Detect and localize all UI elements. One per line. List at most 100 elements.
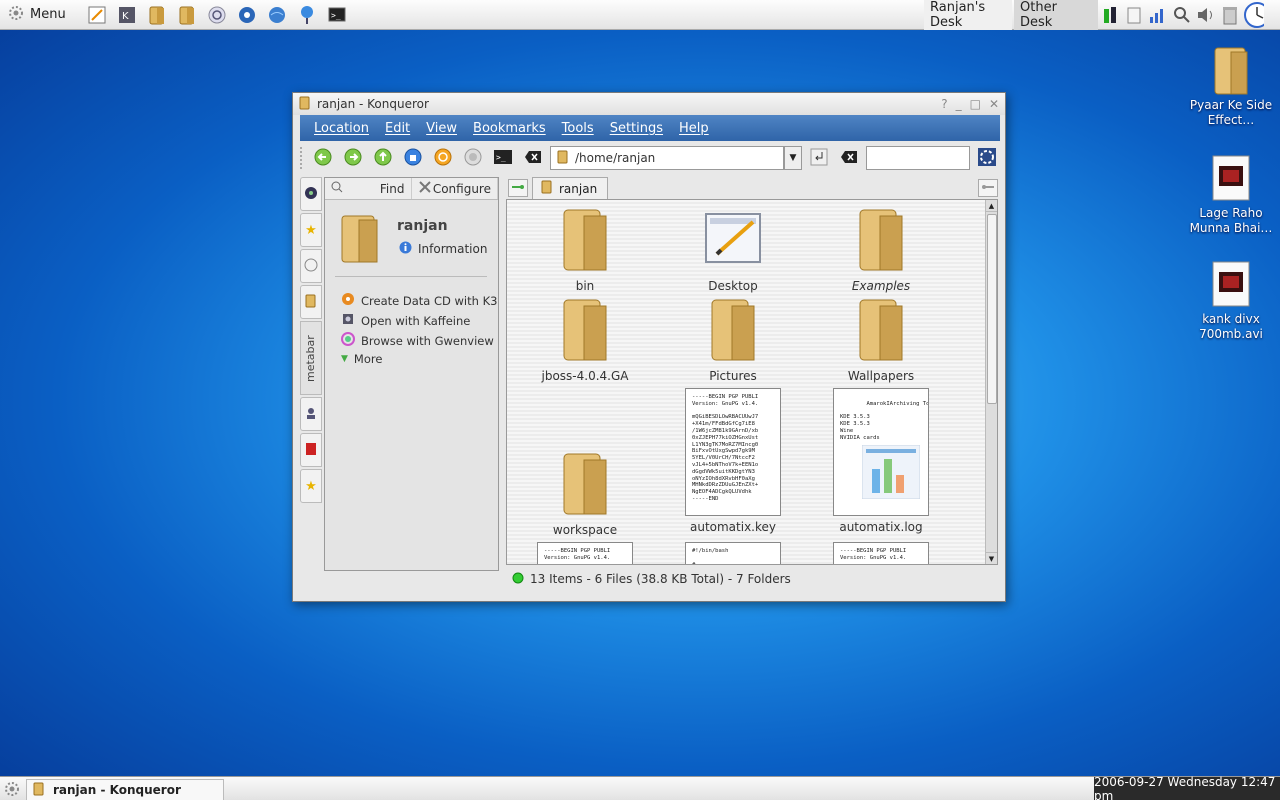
- stop-button[interactable]: [460, 146, 486, 170]
- window-title: ranjan - Konqueror: [317, 97, 429, 111]
- back-button[interactable]: [310, 146, 336, 170]
- up-button[interactable]: [370, 146, 396, 170]
- help-icon[interactable]: [205, 3, 229, 27]
- vertical-scrollbar[interactable]: ▲ ▼: [985, 200, 997, 564]
- text-editor-icon[interactable]: [85, 3, 109, 27]
- action-more[interactable]: ▼ More: [341, 352, 382, 366]
- sidebar-tab-metabar[interactable]: metabar: [300, 321, 322, 395]
- desktop-icon-video[interactable]: kank divx 700mb.avi: [1188, 260, 1274, 342]
- menu-view[interactable]: View: [418, 121, 465, 136]
- location-dropdown[interactable]: ▼: [784, 146, 802, 170]
- find-button[interactable]: Find: [325, 178, 412, 199]
- menu-settings[interactable]: Settings: [602, 121, 671, 136]
- volume-icon[interactable]: [1196, 4, 1216, 26]
- information-link[interactable]: Information: [399, 241, 487, 257]
- status-text: 13 Items - 6 Files (38.8 KB Total) - 7 F…: [530, 572, 791, 586]
- close-button[interactable]: ✕: [989, 97, 999, 111]
- svg-text:>_: >_: [331, 11, 341, 20]
- sidebar-tab-services[interactable]: [300, 177, 322, 211]
- minimize-button[interactable]: _: [956, 97, 962, 111]
- search-engine-button[interactable]: [974, 146, 1000, 170]
- globe-icon: [304, 186, 318, 203]
- desktop-1-button[interactable]: Ranjan's Desk: [924, 0, 1012, 30]
- menu-tools[interactable]: Tools: [554, 121, 602, 136]
- toolbar-handle[interactable]: [300, 147, 306, 169]
- tab-label: ranjan: [559, 181, 598, 196]
- scroll-up-icon[interactable]: ▲: [986, 200, 997, 212]
- folder-icon[interactable]: [175, 3, 199, 27]
- web-browser-icon[interactable]: [265, 3, 289, 27]
- menu-edit[interactable]: Edit: [377, 121, 418, 136]
- new-tab-button[interactable]: [508, 179, 528, 197]
- file-item[interactable]: Pictures: [678, 298, 788, 383]
- scrollbar-thumb[interactable]: [987, 214, 997, 404]
- action-create-cd[interactable]: Create Data CD with K3: [341, 292, 497, 309]
- klipper-icon[interactable]: [1124, 4, 1144, 26]
- search-icon[interactable]: [1172, 4, 1192, 26]
- kicker-icon[interactable]: K: [115, 3, 139, 27]
- network-icon[interactable]: [295, 3, 319, 27]
- location-input[interactable]: /home/ranjan: [550, 146, 784, 170]
- file-item[interactable]: Wallpapers: [826, 298, 936, 383]
- k-menu-button[interactable]: Menu: [0, 0, 74, 30]
- kde-gear-icon[interactable]: [4, 781, 20, 800]
- clock[interactable]: 2006-09-27 Wednesday 12:47 pm: [1094, 775, 1280, 800]
- clear-icon: [840, 150, 858, 167]
- action-kaffeine[interactable]: Open with Kaffeine: [341, 312, 470, 329]
- menu-location[interactable]: Location: [306, 121, 377, 136]
- file-item[interactable]: bin: [530, 208, 640, 293]
- configure-button[interactable]: Configure: [411, 178, 498, 199]
- search-input[interactable]: [866, 146, 970, 170]
- reload-icon: [433, 147, 453, 170]
- trash-icon[interactable]: [1220, 4, 1240, 26]
- desktop-2-button[interactable]: Other Desk: [1014, 0, 1098, 30]
- terminal-button[interactable]: >_: [490, 146, 516, 170]
- network-signal-icon[interactable]: [1148, 4, 1168, 26]
- desktop-icon-folder[interactable]: Pyaar Ke Side Effect…: [1188, 46, 1274, 128]
- system-tray: [1100, 0, 1264, 30]
- scroll-down-icon[interactable]: ▼: [986, 552, 997, 564]
- chevron-down-icon: ▼: [341, 354, 348, 364]
- file-item[interactable]: jboss-4.0.4.GA: [530, 298, 640, 383]
- video-file-icon: [1211, 154, 1251, 202]
- window-titlebar[interactable]: ranjan - Konqueror ? _ □ ✕: [293, 93, 1005, 115]
- maximize-button[interactable]: □: [970, 97, 981, 111]
- sidebar-tab-favorites[interactable]: ★: [300, 469, 322, 503]
- file-item[interactable]: -----BEGIN PGP PUBLI Version: GnuPG v1.4…: [678, 388, 788, 534]
- reload-button[interactable]: [430, 146, 456, 170]
- tab-ranjan[interactable]: ranjan: [532, 177, 608, 199]
- menu-help[interactable]: Help: [671, 121, 717, 136]
- close-tab-button[interactable]: [978, 179, 998, 197]
- clock-icon[interactable]: [1244, 2, 1264, 28]
- clear-search-button[interactable]: [836, 146, 862, 170]
- forward-button[interactable]: [340, 146, 366, 170]
- help-button[interactable]: ?: [941, 97, 947, 111]
- sidebar-tab-history[interactable]: [300, 249, 322, 283]
- desktop-icon-video[interactable]: Lage Raho Munna Bhai…: [1188, 154, 1274, 236]
- sidebar-tab-media[interactable]: [300, 433, 322, 467]
- partial-file-preview[interactable]: #!/bin/bash # ...: [685, 542, 781, 564]
- chart-thumbnail-icon: [862, 445, 920, 499]
- clear-icon: [524, 150, 542, 167]
- file-item[interactable]: Examples: [826, 208, 936, 293]
- power-icon[interactable]: [1100, 4, 1120, 26]
- clear-location-button[interactable]: [520, 146, 546, 170]
- go-button[interactable]: [806, 146, 832, 170]
- key-file-preview: -----BEGIN PGP PUBLI Version: GnuPG v1.4…: [685, 388, 781, 516]
- home-folder-icon[interactable]: [145, 3, 169, 27]
- file-item[interactable]: AmarokIArchiving Too KDE 3.5.3 KDE 3.5.3…: [826, 388, 936, 534]
- home-button[interactable]: [400, 146, 426, 170]
- file-item[interactable]: workspace: [530, 452, 640, 537]
- kde-icon[interactable]: [235, 3, 259, 27]
- partial-file-preview[interactable]: -----BEGIN PGP PUBLI Version: GnuPG v1.4…: [537, 542, 633, 564]
- terminal-icon[interactable]: >_: [325, 3, 349, 27]
- file-item[interactable]: Desktop: [678, 208, 788, 293]
- action-gwenview[interactable]: Browse with Gwenview: [341, 332, 494, 349]
- partial-file-preview[interactable]: -----BEGIN PGP PUBLI Version: GnuPG v1.4…: [833, 542, 929, 564]
- sidebar-tab-bookmarks[interactable]: ★: [300, 213, 322, 247]
- search-icon: [331, 181, 343, 196]
- sidebar-tab-network[interactable]: [300, 397, 322, 431]
- menu-bookmarks[interactable]: Bookmarks: [465, 121, 554, 136]
- sidebar-tab-home[interactable]: [300, 285, 322, 319]
- taskbar-item-konqueror[interactable]: ranjan - Konqueror: [26, 779, 224, 800]
